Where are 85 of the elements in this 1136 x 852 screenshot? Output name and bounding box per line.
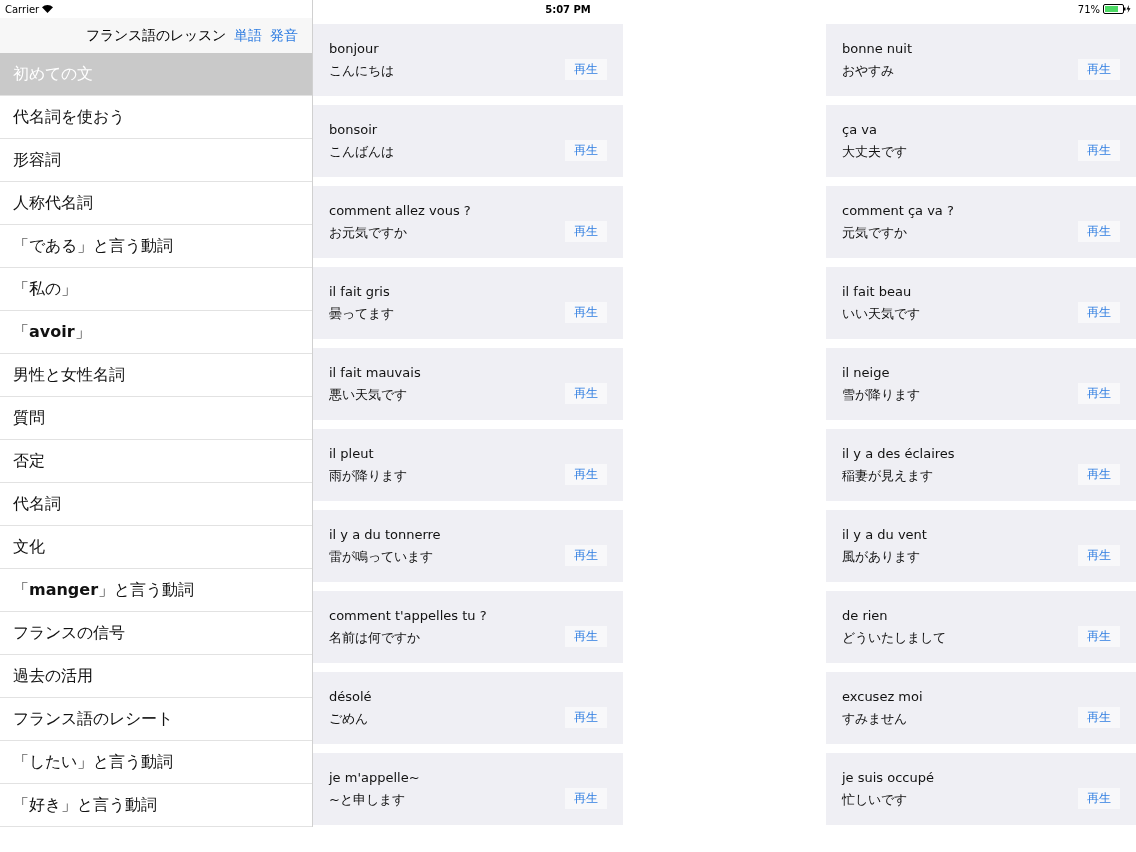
japanese-translation: 稲妻が見えます [842,467,934,485]
lesson-item[interactable]: 代名詞 [0,483,312,526]
japanese-translation: おやすみ [842,62,895,80]
japanese-translation: 忙しいです [842,791,908,809]
play-button[interactable]: 再生 [1078,302,1120,323]
play-button[interactable]: 再生 [565,383,607,404]
play-button[interactable]: 再生 [565,302,607,323]
french-phrase: il neige [842,365,891,380]
nav-link[interactable]: 単語 [234,26,262,45]
play-button[interactable]: 再生 [1078,545,1120,566]
lesson-item[interactable]: 男性と女性名詞 [0,354,312,397]
french-phrase: comment ça va ? [842,203,954,218]
play-button[interactable]: 再生 [565,140,607,161]
lesson-item[interactable]: 文化 [0,526,312,569]
japanese-translation: 風があります [842,548,921,566]
battery-icon [1103,4,1131,14]
lesson-item[interactable]: 形容詞 [0,139,312,182]
french-phrase: il y a du vent [842,527,927,542]
play-button[interactable]: 再生 [1078,59,1120,80]
french-phrase: il y a des éclaires [842,446,955,461]
play-button[interactable]: 再生 [1078,788,1120,809]
lesson-item[interactable]: フランスの信号 [0,612,312,655]
japanese-translation: すみません [842,710,908,728]
japanese-translation: こんばんは [329,143,394,161]
french-phrase: il fait mauvais [329,365,421,380]
french-phrase: je m'appelle~ [329,770,420,785]
japanese-translation: 曇ってます [329,305,394,323]
japanese-translation: 悪い天気です [329,386,408,404]
japanese-translation: 雪が降ります [842,386,920,404]
french-phrase: comment allez vous ? [329,203,471,218]
play-button[interactable]: 再生 [1078,140,1120,161]
status-time: 5:07 PM [545,3,591,15]
nav-link[interactable]: 発音 [270,26,298,45]
lesson-item[interactable]: 「私の」 [0,268,312,311]
french-phrase: il fait gris [329,284,391,299]
french-phrase: je suis occupé [842,770,934,785]
navigation-title: フランス語のレッスン [86,26,226,45]
play-button[interactable]: 再生 [565,545,607,566]
play-button[interactable]: 再生 [1078,626,1120,647]
carrier-label: Carrier [5,3,40,15]
lesson-item[interactable]: 質問 [0,397,312,440]
lesson-item[interactable]: 代名詞を使おう [0,96,312,139]
french-phrase: il pleut [329,446,375,461]
french-phrase: excusez moi [842,689,923,704]
japanese-translation: 元気ですか [842,224,908,242]
french-phrase: il y a du tonnerre [329,527,441,542]
play-button[interactable]: 再生 [565,221,607,242]
japanese-translation: ごめん [329,710,369,728]
lesson-item[interactable]: 過去の活用 [0,655,312,698]
french-phrase: désolé [329,689,372,704]
japanese-translation: いい天気です [842,305,920,323]
french-phrase: de rien [842,608,889,623]
play-button[interactable]: 再生 [565,788,607,809]
lesson-item[interactable]: フランス語のレシート [0,698,312,741]
play-button[interactable]: 再生 [1078,707,1120,728]
french-phrase: bonjour [329,41,380,56]
play-button[interactable]: 再生 [1078,383,1120,404]
japanese-translation: 大丈夫です [842,143,907,161]
play-button[interactable]: 再生 [565,464,607,485]
lesson-item[interactable]: 人称代名詞 [0,182,312,225]
wifi-icon [42,5,54,13]
french-phrase: il fait beau [842,284,913,299]
lesson-item[interactable]: 「である」と言う動詞 [0,225,312,268]
lesson-item[interactable]: 「avoir」 [0,311,312,354]
french-phrase: comment t'appelles tu ? [329,608,487,623]
lesson-item[interactable]: 「したい」と言う動詞 [0,741,312,784]
french-phrase: bonsoir [329,122,379,137]
japanese-translation: お元気ですか [329,224,408,242]
lesson-item[interactable]: 「好き」と言う動詞 [0,784,312,827]
french-phrase: ça va [842,122,878,137]
lesson-item[interactable]: 「manger」と言う動詞 [0,569,312,612]
japanese-translation: 雨が降ります [329,467,407,485]
lesson-item[interactable]: 否定 [0,440,312,483]
battery-percentage: 71% [1077,3,1100,15]
play-button[interactable]: 再生 [1078,221,1120,242]
play-button[interactable]: 再生 [565,59,607,80]
play-button[interactable]: 再生 [565,626,607,647]
japanese-translation: 名前は何ですか [329,629,421,647]
japanese-translation: こんにちは [329,62,394,80]
japanese-translation: どういたしまして [842,629,946,647]
play-button[interactable]: 再生 [565,707,607,728]
japanese-translation: 雷が鳴っています [329,548,434,566]
play-button[interactable]: 再生 [1078,464,1120,485]
french-phrase: bonne nuit [842,41,912,56]
japanese-translation: ~と申します [329,791,406,809]
